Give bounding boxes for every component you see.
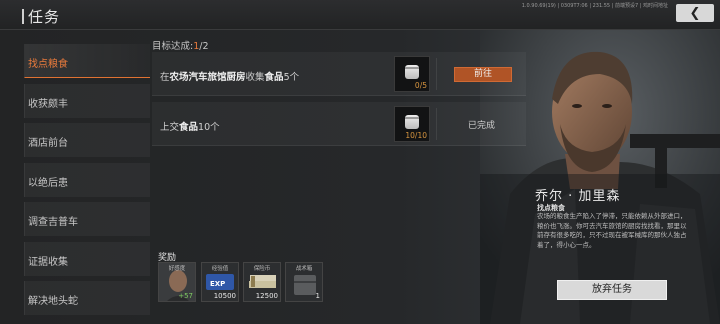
- task-description: 上交食品10个: [160, 122, 220, 133]
- reward-name: 经验值: [211, 266, 229, 272]
- sidebar-item-collect-evidence[interactable]: 证据收集: [24, 241, 150, 276]
- food-can-icon: [405, 115, 419, 129]
- goal-progress: 目标达成:1/2: [152, 41, 209, 52]
- abandon-task-button[interactable]: 放弃任务: [557, 280, 667, 300]
- food-can-icon: [405, 65, 419, 79]
- sidebar-item-label: 酒店前台: [28, 138, 68, 149]
- top-bar: 任务 1.0.90.69(19) | 0309T7:06 | 231.55 | …: [0, 0, 720, 30]
- reward-name: 保险币: [253, 266, 271, 272]
- sidebar-item-local-gang[interactable]: 解决地头蛇: [24, 281, 150, 315]
- sidebar-item-find-food[interactable]: 找点粮食: [24, 44, 150, 78]
- svg-text:EXP: EXP: [210, 280, 225, 288]
- sidebar-item-label: 调查吉普车: [28, 217, 78, 228]
- reward-value: 10500: [213, 292, 236, 300]
- sidebar-item-investigate-jeep[interactable]: 调查吉普车: [24, 202, 150, 236]
- task-description: 在农场汽车旅馆厨房收集食品5个: [160, 72, 300, 83]
- sidebar-item-label: 收获颇丰: [28, 98, 68, 110]
- task-item-slot: 0/5: [394, 56, 430, 92]
- build-info: 1.0.90.69(19) | 0309T7:06 | 231.55 | 前端预…: [521, 3, 668, 9]
- npc-description: 农场的粮食生产陷入了停滞，只能依赖从外部进口，粮价也飞涨。你可去汽车旅馆的厨房找…: [537, 212, 687, 249]
- task-sidebar: 找点粮食 收获颇丰 酒店前台 以绝后患 调查吉普车 证据收集 解决地头蛇: [24, 44, 150, 321]
- reward-name: 好感度: [168, 266, 186, 272]
- go-button[interactable]: 前往: [454, 67, 512, 82]
- sidebar-item-label: 以绝后患: [28, 177, 68, 189]
- reward-exp[interactable]: EXP 经验值 10500: [201, 262, 239, 302]
- reward-value: 12500: [255, 292, 278, 300]
- chevron-left-icon: ❮: [689, 5, 701, 21]
- task-item-count: 0/5: [414, 81, 427, 90]
- sidebar-item-label: 找点粮食: [28, 59, 68, 70]
- npc-name: 乔尔 · 加里森: [535, 189, 621, 204]
- sidebar-item-label: 解决地头蛇: [28, 296, 78, 307]
- sidebar-item-eliminate-threat[interactable]: 以绝后患: [24, 162, 150, 197]
- reward-name: 战术箱: [295, 266, 313, 272]
- page-title: 任务: [22, 6, 60, 27]
- task-item-count: 10/10: [405, 131, 427, 140]
- task-row: 上交食品10个 10/10 已完成: [152, 102, 526, 146]
- divider: [436, 108, 437, 140]
- reward-value: 1: [315, 292, 320, 300]
- divider: [436, 58, 437, 90]
- task-item-slot: 10/10: [394, 106, 430, 142]
- back-button[interactable]: ❮: [676, 4, 714, 22]
- task-status: 已完成: [468, 121, 496, 131]
- reward-value: +57: [178, 292, 193, 300]
- reward-box[interactable]: 战术箱 1: [285, 262, 323, 302]
- reward-cash[interactable]: 保险币 12500: [243, 262, 281, 302]
- sidebar-item-label: 证据收集: [28, 256, 68, 268]
- sidebar-item-harvest[interactable]: 收获颇丰: [24, 83, 150, 118]
- sidebar-item-hotel-front-desk[interactable]: 酒店前台: [24, 123, 150, 157]
- reward-favor[interactable]: 好感度 +57: [158, 262, 196, 302]
- task-row: 在农场汽车旅馆厨房收集食品5个 0/5 前往: [152, 52, 526, 96]
